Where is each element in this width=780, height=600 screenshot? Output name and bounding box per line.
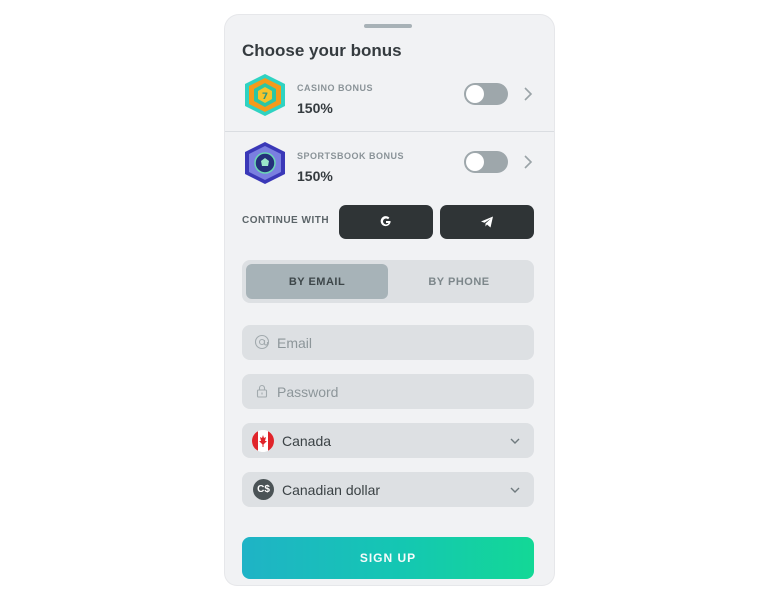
- canada-flag-icon: [252, 430, 274, 452]
- password-field[interactable]: Password: [242, 374, 534, 409]
- svg-text:7: 7: [262, 92, 268, 102]
- chevron-down-icon: [510, 438, 520, 444]
- password-placeholder: Password: [277, 384, 339, 400]
- google-icon: [380, 216, 391, 227]
- sportsbook-bonus-row[interactable]: SPORTSBOOK BONUS 150%: [225, 133, 554, 199]
- tab-by-phone[interactable]: BY PHONE: [388, 264, 530, 299]
- casino-bonus-value: 150%: [297, 100, 333, 116]
- modal-title: Choose your bonus: [242, 41, 402, 60]
- at-sign-icon: [254, 334, 270, 350]
- country-select[interactable]: Canada: [242, 423, 534, 458]
- continue-with-label: CONTINUE WITH: [242, 215, 330, 226]
- tab-by-email[interactable]: BY EMAIL: [246, 264, 388, 299]
- email-placeholder: Email: [277, 335, 313, 351]
- lock-icon: [256, 384, 268, 398]
- casino-bonus-label: CASINO BONUS: [297, 83, 374, 93]
- chevron-right-icon[interactable]: [521, 152, 535, 172]
- signup-method-tabs: BY EMAIL BY PHONE: [242, 260, 534, 303]
- casino-bonus-row[interactable]: 7 CASINO BONUS 150%: [225, 65, 554, 132]
- bonus-signup-sheet: Choose your bonus 7 CASINO BONUS 150% SP…: [225, 15, 554, 585]
- country-value: Canada: [282, 433, 332, 449]
- currency-value: Canadian dollar: [282, 482, 381, 498]
- toggle-knob: [466, 85, 484, 103]
- sportsbook-bonus-label: SPORTSBOOK BONUS: [297, 151, 405, 161]
- sportsbook-gem-icon: [245, 142, 285, 184]
- chevron-down-icon: [510, 487, 520, 493]
- casino-gem-icon: 7: [245, 74, 285, 116]
- telegram-icon: [481, 216, 493, 228]
- google-login-button[interactable]: [339, 205, 433, 239]
- currency-select[interactable]: C$ Canadian dollar: [242, 472, 534, 507]
- sportsbook-bonus-value: 150%: [297, 168, 333, 184]
- sign-up-button[interactable]: SIGN UP: [242, 537, 534, 579]
- drag-handle[interactable]: [364, 24, 412, 28]
- email-field[interactable]: Email: [242, 325, 534, 360]
- telegram-login-button[interactable]: [440, 205, 534, 239]
- toggle-knob: [466, 153, 484, 171]
- chevron-right-icon[interactable]: [521, 84, 535, 104]
- sportsbook-bonus-toggle[interactable]: [464, 151, 508, 173]
- casino-bonus-toggle[interactable]: [464, 83, 508, 105]
- currency-coin-icon: C$: [253, 479, 274, 500]
